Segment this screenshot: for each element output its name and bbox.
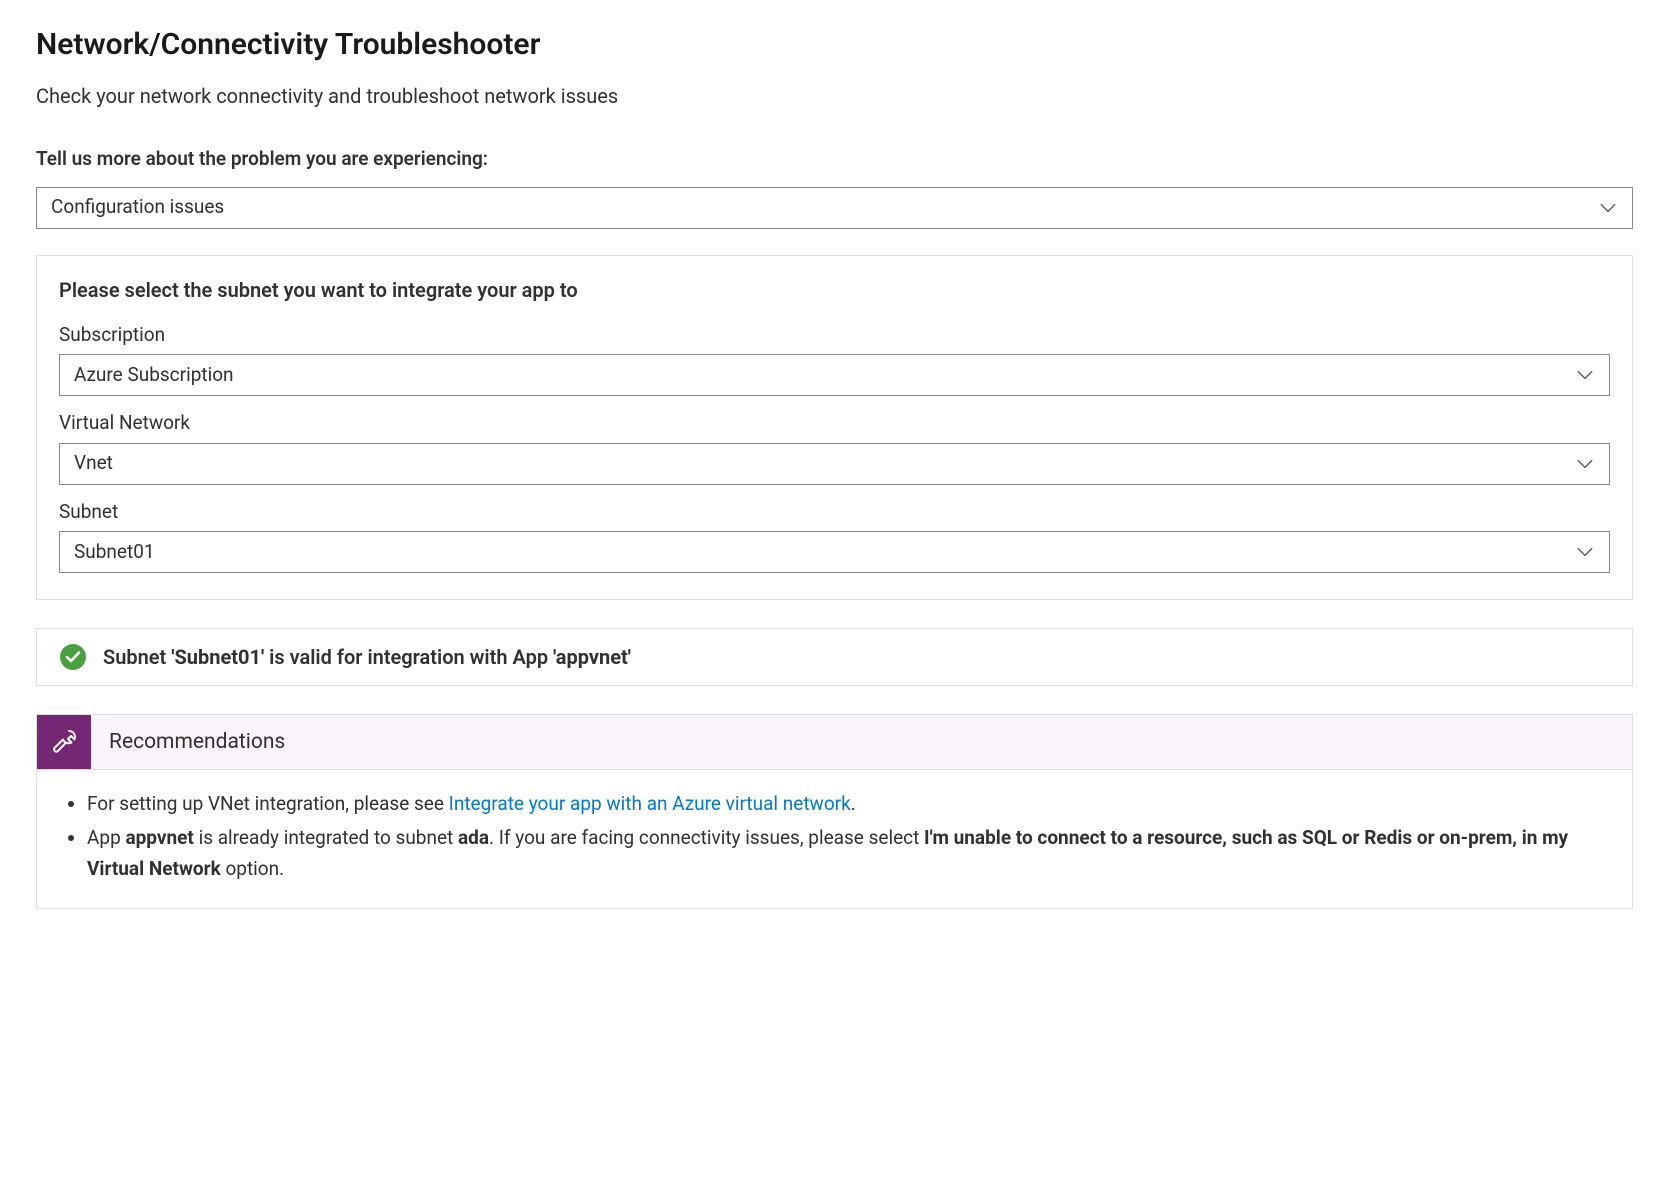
recommendations-title: Recommendations bbox=[109, 728, 285, 757]
recommendation-item-1: For setting up VNet integration, please … bbox=[87, 788, 1608, 819]
problem-select[interactable]: Configuration issues bbox=[36, 187, 1633, 229]
recommendations-panel: Recommendations For setting up VNet inte… bbox=[36, 714, 1633, 909]
wrench-icon bbox=[37, 715, 91, 769]
chevron-down-icon bbox=[1599, 199, 1617, 217]
subnet-label: Subnet bbox=[59, 499, 1610, 526]
chevron-down-icon bbox=[1576, 366, 1594, 384]
vnet-label: Virtual Network bbox=[59, 410, 1610, 437]
chevron-down-icon bbox=[1576, 543, 1594, 561]
vnet-integration-doc-link[interactable]: Integrate your app with an Azure virtual… bbox=[449, 792, 851, 815]
problem-prompt-label: Tell us more about the problem you are e… bbox=[36, 146, 1633, 173]
subnet-select[interactable]: Subnet01 bbox=[59, 531, 1610, 573]
subscription-select-value: Azure Subscription bbox=[74, 362, 234, 389]
recommendations-header: Recommendations bbox=[37, 715, 1632, 770]
recommendation-item-2: App appvnet is already integrated to sub… bbox=[87, 822, 1608, 885]
recommendations-body: For setting up VNet integration, please … bbox=[37, 770, 1632, 908]
validation-status-panel: Subnet 'Subnet01' is valid for integrati… bbox=[36, 628, 1633, 686]
page-subtitle: Check your network connectivity and trou… bbox=[36, 82, 1633, 110]
page-title: Network/Connectivity Troubleshooter bbox=[36, 24, 1633, 66]
subscription-label: Subscription bbox=[59, 322, 1610, 349]
vnet-select[interactable]: Vnet bbox=[59, 443, 1610, 485]
chevron-down-icon bbox=[1576, 455, 1594, 473]
validation-status-text: Subnet 'Subnet01' is valid for integrati… bbox=[103, 643, 631, 671]
subscription-select[interactable]: Azure Subscription bbox=[59, 354, 1610, 396]
success-check-icon bbox=[59, 643, 87, 671]
subnet-select-value: Subnet01 bbox=[74, 539, 155, 566]
subnet-panel-heading: Please select the subnet you want to int… bbox=[59, 276, 1610, 304]
subnet-selection-panel: Please select the subnet you want to int… bbox=[36, 255, 1633, 601]
problem-select-value: Configuration issues bbox=[51, 194, 224, 221]
vnet-select-value: Vnet bbox=[74, 450, 113, 477]
